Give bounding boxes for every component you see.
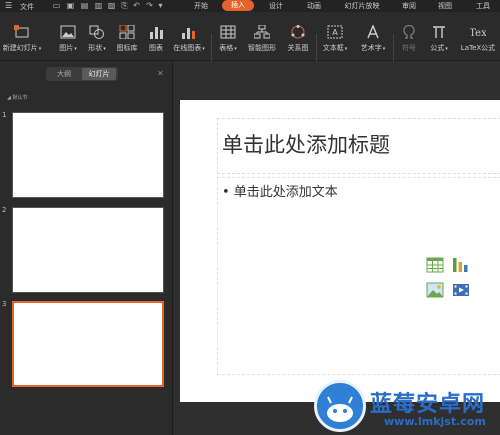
insert-table-icon[interactable] [426,256,444,274]
slide-number: 1 [2,111,7,119]
svg-text:Tex: Tex [470,28,486,39]
insert-video-icon[interactable] [452,281,470,299]
icon-library-label: 图标库 [116,44,138,52]
tab-design[interactable]: 设计 [262,0,290,12]
slide-panel: 大纲 幻灯片 ✕ ◢ 默认节 1 2 3 [0,61,173,435]
watermark-brand: 蓝莓安卓网 [370,392,486,417]
textbox-button[interactable]: A 文本框▾ [318,23,352,61]
tab-animation[interactable]: 动画 [300,0,328,12]
slide-number: 3 [2,300,7,308]
close-panel-icon[interactable]: ✕ [157,69,164,78]
tab-slideshow[interactable]: 幻灯片放映 [337,0,387,12]
format-painter-icon[interactable]: ⎘ [120,1,129,10]
online-chart-icon [182,28,195,39]
picture-icon [60,25,76,39]
smartart-label: 智能图形 [248,44,276,52]
new-slide-label: 新建幻灯片 [2,44,38,52]
watermark-url: www.lmkjst.com [384,415,486,428]
slide-thumbnail-2[interactable] [12,207,164,293]
body-placeholder[interactable] [217,177,500,375]
latex-label: LaTeX公式 [460,44,496,52]
wordart-button[interactable]: 艺术字▾ [356,23,390,61]
tab-home[interactable]: 开始 [186,0,216,12]
symbol-label: 符号 [402,44,416,52]
textbox-icon: A [327,25,343,39]
view-switcher: 大纲 幻灯片 [46,67,118,81]
formula-button[interactable]: 公式▾ [426,23,452,61]
insert-chart-icon[interactable] [452,255,470,273]
chart-label: 图表 [149,44,163,52]
tab-tools[interactable]: 工具 [470,0,496,12]
chart-button[interactable]: 图表 [144,23,168,61]
customize-chevron-icon[interactable]: ▾ [156,1,165,10]
ribbon: 新建幻灯片▾ 图片▾ 形状▾ 图标库 图表 在线图表▾ 表格▾ 智能图形 关系图… [0,12,500,62]
formula-icon [433,26,445,38]
latex-icon: Tex [470,28,486,39]
body-placeholder-text[interactable]: • 单击此处添加文本 [222,181,338,200]
open-folder-icon[interactable]: ▭ [52,1,61,10]
wordart-icon [367,25,379,39]
title-placeholder-text[interactable]: 单击此处添加标题 [222,129,390,159]
shapes-button[interactable]: 形状▾ [84,23,110,61]
shapes-icon [89,25,104,39]
tab-review[interactable]: 审阅 [396,0,422,12]
redo-icon[interactable]: ↷ [145,1,154,10]
textbox-label: 文本框 [322,44,344,52]
table-button[interactable]: 表格▾ [214,23,242,61]
section-header[interactable]: ◢ 默认节 [7,94,27,101]
file-menu[interactable]: 文件 [20,2,34,12]
picture-button[interactable]: 图片▾ [56,23,80,61]
table-label: 表格 [219,44,234,52]
export-icon[interactable]: ▧ [107,1,116,10]
slide-number: 2 [2,206,7,214]
mascot-logo-icon [314,380,366,432]
section-label: 默认节 [12,95,28,101]
formula-label: 公式 [430,44,445,52]
online-chart-label: 在线图表 [173,44,202,52]
wordart-label: 艺术字 [360,44,382,52]
new-slide-icon [14,25,29,38]
symbol-button[interactable]: 符号 [396,23,422,61]
new-slide-button[interactable]: 新建幻灯片▾ [0,23,44,61]
shapes-label: 形状 [88,44,103,52]
print-preview-icon[interactable]: ▥ [94,1,103,10]
save-icon[interactable]: ▣ [66,1,75,10]
symbol-icon [403,25,415,39]
menu-bar: ☰ 文件 ▭ ▣ ▤ ▥ ▧ ⎘ ↶ ↷ ▾ 开始 插入 设计 动画 幻灯片放映… [0,0,500,12]
svg-text:A: A [332,28,338,37]
table-icon [220,25,236,39]
print-icon[interactable]: ▤ [80,1,89,10]
watermark: 蓝莓安卓网 www.lmkjst.com [302,378,500,435]
icon-library-icon [119,25,135,39]
undo-icon[interactable]: ↶ [132,1,141,10]
slide-thumbnail-1[interactable] [12,112,164,198]
tab-outline[interactable]: 大纲 [48,68,80,80]
online-chart-button[interactable]: 在线图表▾ [170,23,208,61]
menu-icon[interactable]: ☰ [5,1,12,10]
ribbon-divider [316,34,317,62]
smartart-button[interactable]: 智能图形 [244,23,280,61]
chart-icon [150,27,163,39]
tab-slides[interactable]: 幻灯片 [82,68,116,80]
relationship-label: 关系图 [287,44,309,52]
insert-picture-icon[interactable] [426,281,444,299]
tab-insert[interactable]: 插入 [222,0,254,11]
smartart-icon [254,25,270,39]
picture-label: 图片 [59,44,74,52]
relationship-button[interactable]: 关系图 [284,23,312,61]
slide-thumbnail-3[interactable] [12,301,164,387]
icon-library-button[interactable]: 图标库 [114,23,140,61]
ribbon-divider [393,34,394,62]
ribbon-divider [211,34,212,62]
latex-button[interactable]: Tex LaTeX公式 [456,23,500,61]
tab-view[interactable]: 视图 [432,0,458,12]
relationship-icon [291,25,305,39]
